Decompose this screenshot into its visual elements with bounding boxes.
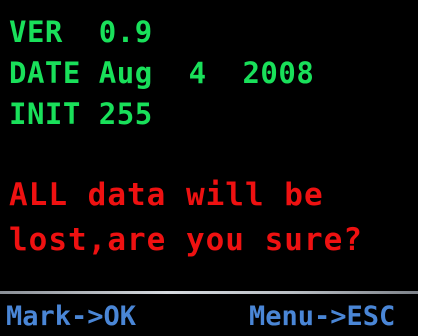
date-line: DATE Aug 4 2008 (9, 56, 315, 90)
warning-message-line-2: lost,are you sure? (9, 222, 363, 258)
device-frame: VER 0.9 DATE Aug 4 2008 INIT 255 ALL dat… (0, 0, 421, 336)
esc-softkey[interactable]: Menu->ESC (249, 303, 395, 330)
version-line: VER 0.9 (9, 15, 153, 49)
warning-message-line-1: ALL data will be (9, 177, 324, 213)
ok-softkey[interactable]: Mark->OK (6, 303, 136, 330)
softkey-bar: Mark->OK Menu->ESC (0, 294, 418, 336)
lcd-screen: VER 0.9 DATE Aug 4 2008 INIT 255 ALL dat… (0, 0, 418, 336)
init-line: INIT 255 (9, 97, 153, 131)
